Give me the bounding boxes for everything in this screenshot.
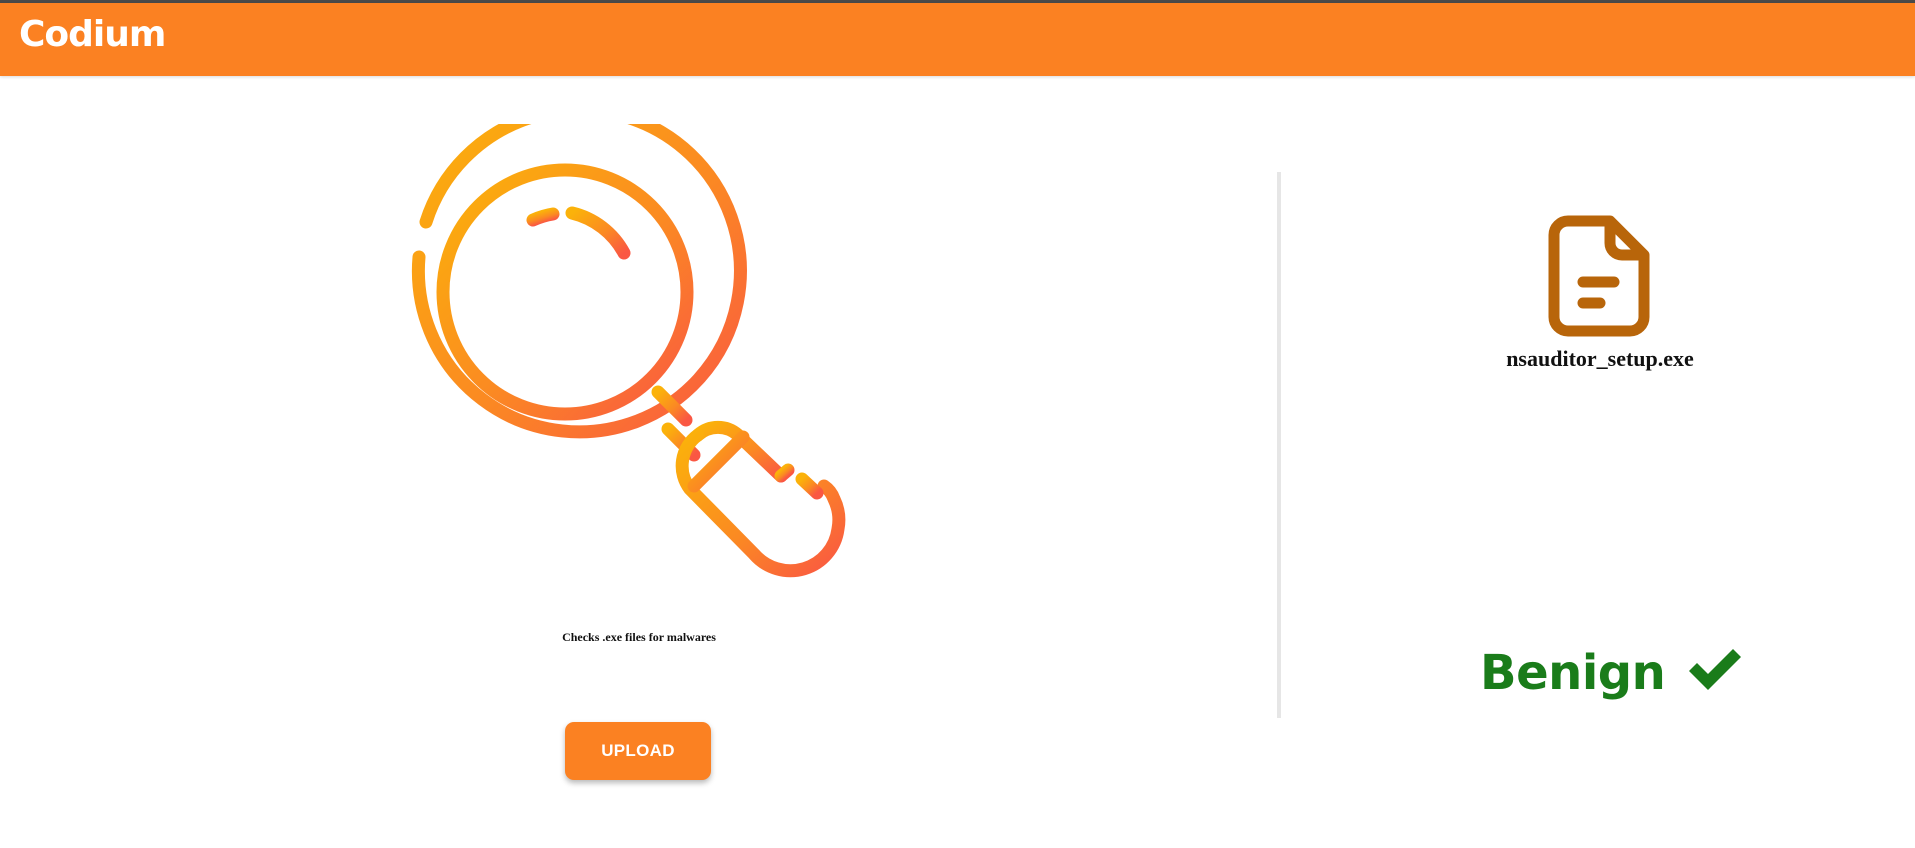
- upload-button[interactable]: UPLOAD: [565, 722, 711, 780]
- checkmark-icon: [1689, 649, 1742, 690]
- tagline: Checks .exe files for malwares: [562, 630, 716, 644]
- vertical-divider: [1277, 172, 1281, 718]
- magnifying-glass-icon: [411, 124, 846, 578]
- file-name: nsauditor_setup.exe: [1506, 346, 1694, 371]
- verdict-label: Benign: [1480, 645, 1666, 701]
- document-icon: [1548, 215, 1650, 337]
- app-logo[interactable]: Codium: [19, 14, 166, 55]
- app-header: Codium: [0, 3, 1915, 76]
- verdict-row: Benign: [1480, 638, 1743, 708]
